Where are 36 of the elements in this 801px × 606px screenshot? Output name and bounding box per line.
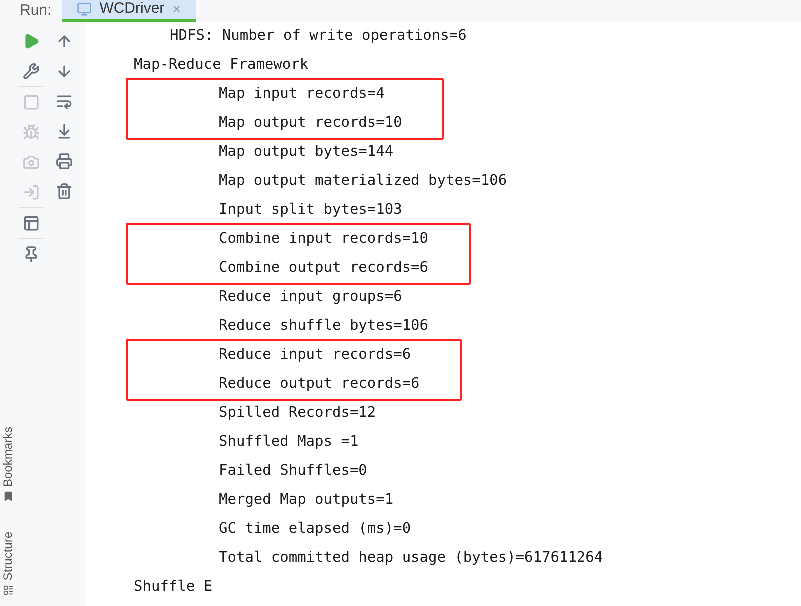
section-title: Map-Reduce Framework xyxy=(134,56,309,75)
console-line: Map output records=10 xyxy=(218,114,402,133)
side-tab[interactable]: Bookmarks xyxy=(0,427,17,488)
layout-icon[interactable] xyxy=(22,214,40,232)
console-line: Reduce input records=6 xyxy=(218,346,412,365)
console-line: Total committed heap usage (bytes)=617611264 xyxy=(218,548,604,568)
wrap-icon[interactable] xyxy=(56,92,72,110)
console-line: GC time elapsed (ms)=0 xyxy=(218,520,412,539)
console-line: Failed Shuffles=0 xyxy=(218,462,368,481)
play-icon[interactable] xyxy=(22,32,40,50)
console-line: Merged Map outputs=1 xyxy=(218,490,394,510)
console-line: Shuffled Maps =1 xyxy=(218,432,359,452)
scroll-end-icon[interactable] xyxy=(56,122,72,140)
bookmark-icon xyxy=(2,491,14,502)
run-tab[interactable]: WCDriver × xyxy=(62,0,196,22)
section-title: Shuffle E xyxy=(134,578,213,597)
console-line: Combine output records=6 xyxy=(218,258,429,278)
run-label: Run: xyxy=(20,1,53,21)
pin-icon[interactable] xyxy=(22,246,40,262)
console-line: Reduce output records=6 xyxy=(218,374,420,394)
trash-icon[interactable] xyxy=(56,182,72,200)
console-line: Combine input records=10 xyxy=(218,230,429,249)
console-line: Map output materialized bytes=106 xyxy=(218,172,508,191)
window-icon xyxy=(76,2,92,17)
wrench-icon[interactable] xyxy=(22,62,40,80)
side-tab[interactable]: Structure xyxy=(0,532,17,581)
structure-icon xyxy=(2,585,14,596)
tab-label: WCDriver xyxy=(100,0,165,20)
console-line: Reduce shuffle bytes=106 xyxy=(218,316,429,336)
console-line: Reduce input groups=6 xyxy=(218,288,402,307)
console-line: Map output bytes=144 xyxy=(218,142,394,162)
console-line: HDFS: Number of write operations=6 xyxy=(169,26,467,46)
printer-icon[interactable] xyxy=(56,152,72,170)
console-line: Input split bytes=103 xyxy=(218,200,402,220)
console-line: Map input records=4 xyxy=(218,84,385,104)
console-line: Spilled Records=12 xyxy=(218,404,376,423)
